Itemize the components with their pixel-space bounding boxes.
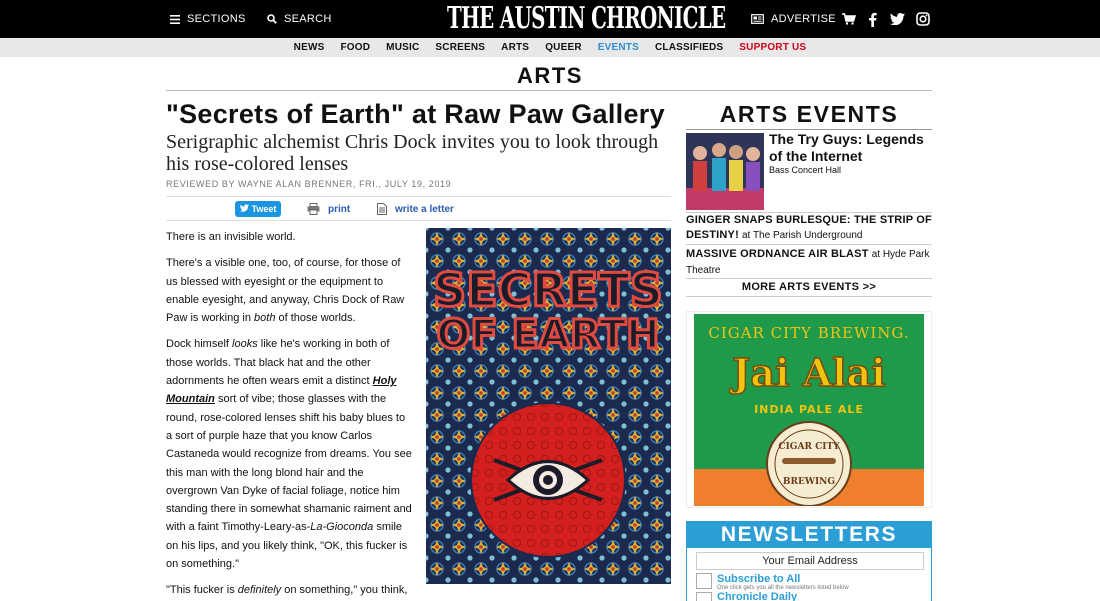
- email-input[interactable]: Your Email Address: [696, 552, 924, 570]
- byline-date: FRI., JULY 19, 2019: [359, 179, 452, 189]
- print-link[interactable]: print: [307, 201, 350, 217]
- event-list-item: GINGER SNAPS BURLESQUE: THE STRIP OF DES…: [686, 213, 932, 243]
- main-nav: NEWS FOOD MUSIC SCREENS ARTS QUEER EVENT…: [0, 38, 1100, 57]
- chronicle-daily-label[interactable]: Chronicle Daily: [717, 591, 797, 601]
- arts-events-title: ARTS EVENTS: [719, 101, 899, 127]
- newsletters-title: NEWSLETTERS: [687, 522, 931, 548]
- more-arts-events-link[interactable]: MORE ARTS EVENTS >>: [686, 281, 932, 293]
- ad-style-text: INDIA PALE ALE: [754, 403, 864, 416]
- instagram-icon[interactable]: [915, 11, 931, 27]
- twitter-bird-icon: [239, 204, 249, 214]
- nav-news[interactable]: NEWS: [294, 42, 325, 53]
- event-title-try-guys[interactable]: The Try Guys: Legends of the Internet: [769, 131, 934, 165]
- event-title-massive-ordnance[interactable]: MASSIVE ORDNANCE AIR BLAST: [686, 248, 869, 260]
- secrets-of-earth-poster-image[interactable]: SECRETS OF EARTH: [426, 228, 671, 584]
- ad-badge-line2: BREWING: [783, 477, 835, 487]
- article-byline: REVIEWED BY WAYNE ALAN BRENNER, FRI., JU…: [166, 179, 451, 189]
- byline-author: REVIEWED BY WAYNE ALAN BRENNER,: [166, 179, 360, 189]
- chronicle-daily-checkbox[interactable]: [696, 592, 712, 601]
- site-logo[interactable]: THE AUSTIN CHRONICLE: [447, 2, 726, 36]
- printer-icon: [307, 203, 320, 215]
- advertise-link[interactable]: ADVERTISE: [751, 0, 836, 38]
- ad-brand-text: CIGAR CITY BREWING.: [708, 324, 909, 342]
- ad-product-text: Jai Alai: [729, 350, 885, 395]
- nav-music[interactable]: MUSIC: [386, 42, 419, 53]
- ad-badge-line1: CIGAR CITY: [778, 442, 840, 452]
- nav-queer[interactable]: QUEER: [545, 42, 582, 53]
- article-body: There is an invisible world. There's a v…: [166, 228, 412, 601]
- article-headline: "Secrets of Earth" at Raw Paw Gallery: [166, 99, 665, 129]
- subscribe-all-checkbox[interactable]: [696, 573, 712, 589]
- hamburger-icon: [170, 14, 180, 24]
- divider: [686, 129, 932, 130]
- write-letter-label: write a letter: [395, 203, 454, 215]
- twitter-icon[interactable]: [889, 11, 905, 27]
- nav-classifieds[interactable]: CLASSIFIEDS: [655, 42, 723, 53]
- top-bar: SECTIONS SEARCH THE AUSTIN CHRONICLE ADV…: [0, 0, 1100, 38]
- advertise-label: ADVERTISE: [771, 13, 836, 25]
- subscribe-all-label[interactable]: Subscribe to All: [717, 573, 800, 585]
- search-icon: [267, 14, 277, 24]
- section-title: ARTS: [517, 63, 583, 88]
- print-label: print: [328, 203, 351, 215]
- nav-arts[interactable]: ARTS: [501, 42, 529, 53]
- tweet-button[interactable]: Tweet: [235, 201, 281, 217]
- paragraph: "This fucker is definitely on something,…: [166, 584, 408, 597]
- advertise-icon: [751, 14, 764, 24]
- search-label: SEARCH: [284, 13, 332, 25]
- nav-food[interactable]: FOOD: [340, 42, 370, 53]
- paragraph: There's a visible one, too, of course, f…: [166, 257, 405, 325]
- poster-title-line2: OF EARTH: [436, 312, 659, 358]
- article-dek: Serigraphic alchemist Chris Dock invites…: [166, 131, 659, 175]
- search-button[interactable]: SEARCH: [267, 0, 332, 38]
- nav-screens[interactable]: SCREENS: [435, 42, 485, 53]
- paragraph: There is an invisible world.: [166, 231, 296, 243]
- poster-title-line1: SECRETS: [433, 263, 663, 317]
- event-venue: at The Parish Underground: [742, 229, 863, 241]
- document-icon: [377, 203, 387, 215]
- facebook-icon[interactable]: [864, 11, 880, 27]
- divider: [166, 196, 671, 197]
- write-letter-link[interactable]: write a letter: [377, 201, 454, 217]
- divider: [686, 244, 932, 245]
- event-list-item: MASSIVE ORDNANCE AIR BLAST at Hyde Park …: [686, 247, 932, 278]
- divider: [686, 278, 932, 279]
- divider: [686, 296, 932, 297]
- tweet-label: Tweet: [251, 204, 277, 214]
- divider: [166, 90, 932, 91]
- sections-label: SECTIONS: [187, 13, 246, 25]
- sections-menu-button[interactable]: SECTIONS: [170, 0, 246, 38]
- nav-support-us[interactable]: SUPPORT US: [739, 42, 806, 53]
- cart-icon[interactable]: [841, 11, 857, 27]
- paragraph: Dock himself looks like he's working in …: [166, 338, 412, 571]
- try-guys-event-image[interactable]: [686, 133, 764, 210]
- divider: [166, 220, 671, 221]
- jai-alai-advertisement[interactable]: CIGAR CITY BREWING. Jai Alai INDIA PALE …: [694, 314, 924, 506]
- event-venue: Bass Concert Hall: [769, 165, 842, 175]
- newsletter-signup: NEWSLETTERS Your Email Address Subscribe…: [686, 521, 932, 601]
- nav-events[interactable]: EVENTS: [598, 42, 639, 53]
